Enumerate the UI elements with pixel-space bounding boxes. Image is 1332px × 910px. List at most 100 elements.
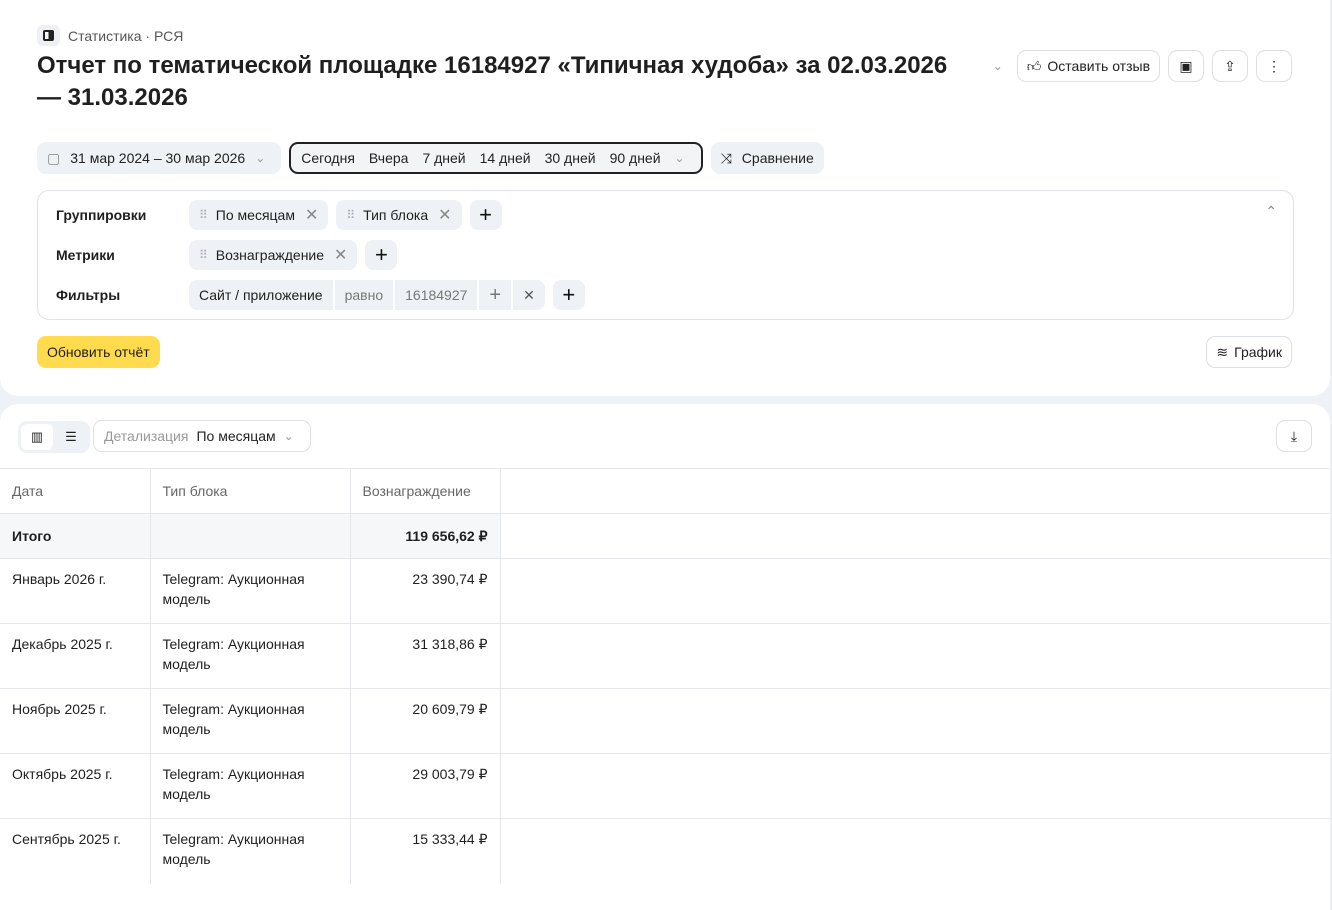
cell-reward: 15 333,44 ₽	[350, 818, 501, 884]
table-row: Сентябрь 2025 г. Telegram: Аукционная мод…	[0, 818, 1330, 884]
chevron-down-icon[interactable]: ⌄	[993, 59, 1003, 73]
save-button[interactable]: ▣	[1168, 50, 1204, 82]
header-date[interactable]: Дата	[0, 468, 151, 514]
table-header: Дата Тип блока Вознаграждение	[0, 468, 1330, 514]
remove-filter-button[interactable]: ✕	[513, 280, 545, 310]
graph-button[interactable]: ≋ График	[1206, 336, 1292, 368]
service-icon	[37, 25, 60, 46]
filter-field[interactable]: Сайт / приложение	[189, 280, 333, 310]
chip-label: Тип блока	[363, 207, 429, 223]
drag-handle-icon[interactable]: ⠿	[199, 248, 208, 262]
chip-label: По месяцам	[215, 207, 295, 223]
filter-value-input[interactable]: 16184927	[395, 280, 478, 310]
filter-operator[interactable]: равно	[334, 280, 394, 310]
page-title: Отчет по тематической площадке 16184927 …	[37, 52, 948, 111]
cell-date: Октябрь 2025 г.	[0, 753, 151, 819]
cell-date: Ноябрь 2025 г.	[0, 688, 151, 754]
chevron-down-icon[interactable]: ⌄	[675, 151, 685, 165]
grouping-chip[interactable]: ⠿ Тип блока ✕	[336, 200, 462, 230]
grouping-chip[interactable]: ⠿ По месяцам ✕	[189, 200, 329, 230]
download-button[interactable]: ⤓	[1276, 420, 1312, 452]
columns-view-icon[interactable]: ▥	[21, 424, 53, 450]
header-reward[interactable]: Вознаграждение	[350, 468, 501, 514]
cell-block-type: Telegram: Аукционная модель	[150, 688, 351, 754]
cell-reward: 31 318,86 ₽	[350, 623, 501, 689]
preset-30-days[interactable]: 30 дней	[545, 150, 596, 166]
cell-empty	[500, 558, 1330, 624]
cell-empty	[500, 623, 1330, 689]
date-range-value: 31 мар 2024 – 30 мар 2026	[70, 150, 246, 166]
total-label: Итого	[0, 513, 151, 559]
preset-7-days[interactable]: 7 дней	[422, 150, 465, 166]
compare-label: Сравнение	[741, 150, 814, 166]
thumbs-up-icon: 👍︎	[1026, 57, 1042, 74]
preset-today[interactable]: Сегодня	[301, 150, 355, 166]
close-icon[interactable]: ✕	[334, 245, 347, 265]
drag-handle-icon[interactable]: ⠿	[346, 208, 355, 222]
table-row: Октябрь 2025 г. Telegram: Аукционная моде…	[0, 753, 1330, 819]
close-icon[interactable]: ✕	[305, 205, 318, 225]
graph-label: График	[1234, 344, 1282, 360]
report-table: Дата Тип блока Вознаграждение Итого 119 …	[0, 468, 1330, 884]
cell-reward: 29 003,79 ₽	[350, 753, 501, 819]
more-button[interactable]: ⋮	[1256, 50, 1292, 82]
filter-group: Сайт / приложение равно 16184927 + ✕	[189, 280, 545, 310]
total-row: Итого 119 656,62 ₽	[0, 513, 1330, 559]
add-metric-button[interactable]: +	[365, 240, 398, 270]
close-icon[interactable]: ✕	[438, 205, 451, 225]
cell-reward: 20 609,79 ₽	[350, 688, 501, 754]
calendar-icon: ▢	[47, 149, 61, 166]
breadcrumb-text: Статистика · РСЯ	[68, 27, 184, 44]
add-grouping-button[interactable]: +	[469, 200, 502, 230]
report-settings-panel: Статистика · РСЯ Отчет по тематической п…	[0, 0, 1330, 396]
metrics-label: Метрики	[56, 247, 115, 263]
preset-yesterday[interactable]: Вчера	[369, 150, 409, 166]
upload-icon: ⇪	[1224, 57, 1236, 74]
view-toggle: ▥ ☰	[18, 421, 90, 453]
cell-block-type: Telegram: Аукционная модель	[150, 623, 351, 689]
report-config-box: ⌃ Группировки ⠿ По месяцам ✕ ⠿ Тип блока ✕ +…	[37, 190, 1294, 320]
breadcrumb[interactable]: Статистика · РСЯ	[37, 25, 183, 46]
chevron-down-icon: ⌄	[283, 429, 294, 443]
feedback-label: Оставить отзыв	[1047, 58, 1150, 74]
table-row: Ноябрь 2025 г. Telegram: Аукционная модел…	[0, 688, 1330, 754]
feedback-button[interactable]: 👍︎ Оставить отзыв	[1016, 50, 1160, 82]
more-vertical-icon: ⋮	[1267, 57, 1281, 74]
chip-label: Вознаграждение	[215, 247, 325, 263]
cell-block-type: Telegram: Аукционная модель	[150, 558, 351, 624]
header-block-type[interactable]: Тип блока	[150, 468, 351, 514]
chevron-up-icon[interactable]: ⌃	[1265, 203, 1277, 220]
list-view-icon[interactable]: ☰	[55, 424, 87, 450]
cell-date: Сентябрь 2025 г.	[0, 818, 151, 884]
add-value-button[interactable]: +	[479, 280, 512, 310]
preset-14-days[interactable]: 14 дней	[480, 150, 531, 166]
cell-empty	[500, 818, 1330, 884]
table-row: Январь 2026 г. Telegram: Аукционная модел…	[0, 558, 1330, 624]
detail-select[interactable]: Детализация По месяцам ⌄	[93, 420, 311, 452]
cell-date: Январь 2026 г.	[0, 558, 151, 624]
metric-chip[interactable]: ⠿ Вознаграждение ✕	[189, 240, 358, 270]
cell-block-type: Telegram: Аукционная модель	[150, 818, 351, 884]
groupings-label: Группировки	[56, 207, 147, 223]
save-icon: ▣	[1179, 57, 1193, 74]
add-filter-button[interactable]: +	[552, 280, 585, 310]
preset-90-days[interactable]: 90 дней	[610, 150, 661, 166]
total-value: 119 656,62 ₽	[350, 513, 501, 559]
date-presets: Сегодня Вчера 7 дней 14 дней 30 дней 90 …	[289, 142, 703, 174]
update-report-button[interactable]: Обновить отчёт	[37, 336, 160, 368]
cell-reward: 23 390,74 ₽	[350, 558, 501, 624]
cell-empty	[500, 753, 1330, 819]
compare-button[interactable]: ⤨ Сравнение	[710, 142, 824, 174]
detail-value: По месяцам	[196, 428, 276, 444]
detail-label: Детализация	[104, 428, 189, 444]
cell-block-type: Telegram: Аукционная модель	[150, 753, 351, 819]
table-row: Декабрь 2025 г. Telegram: Аукционная моде…	[0, 623, 1330, 689]
cell-empty	[500, 688, 1330, 754]
cell-date: Декабрь 2025 г.	[0, 623, 151, 689]
share-button[interactable]: ⇪	[1212, 50, 1248, 82]
date-range-picker[interactable]: ▢ 31 мар 2024 – 30 мар 2026 ⌄	[37, 142, 282, 174]
download-icon: ⤓	[1290, 427, 1298, 444]
chart-icon: ≋	[1216, 343, 1229, 360]
report-table-panel: ▥ ☰ Детализация По месяцам ⌄ ⤓ Дата Тип бло…	[0, 404, 1330, 910]
drag-handle-icon[interactable]: ⠿	[199, 208, 208, 222]
